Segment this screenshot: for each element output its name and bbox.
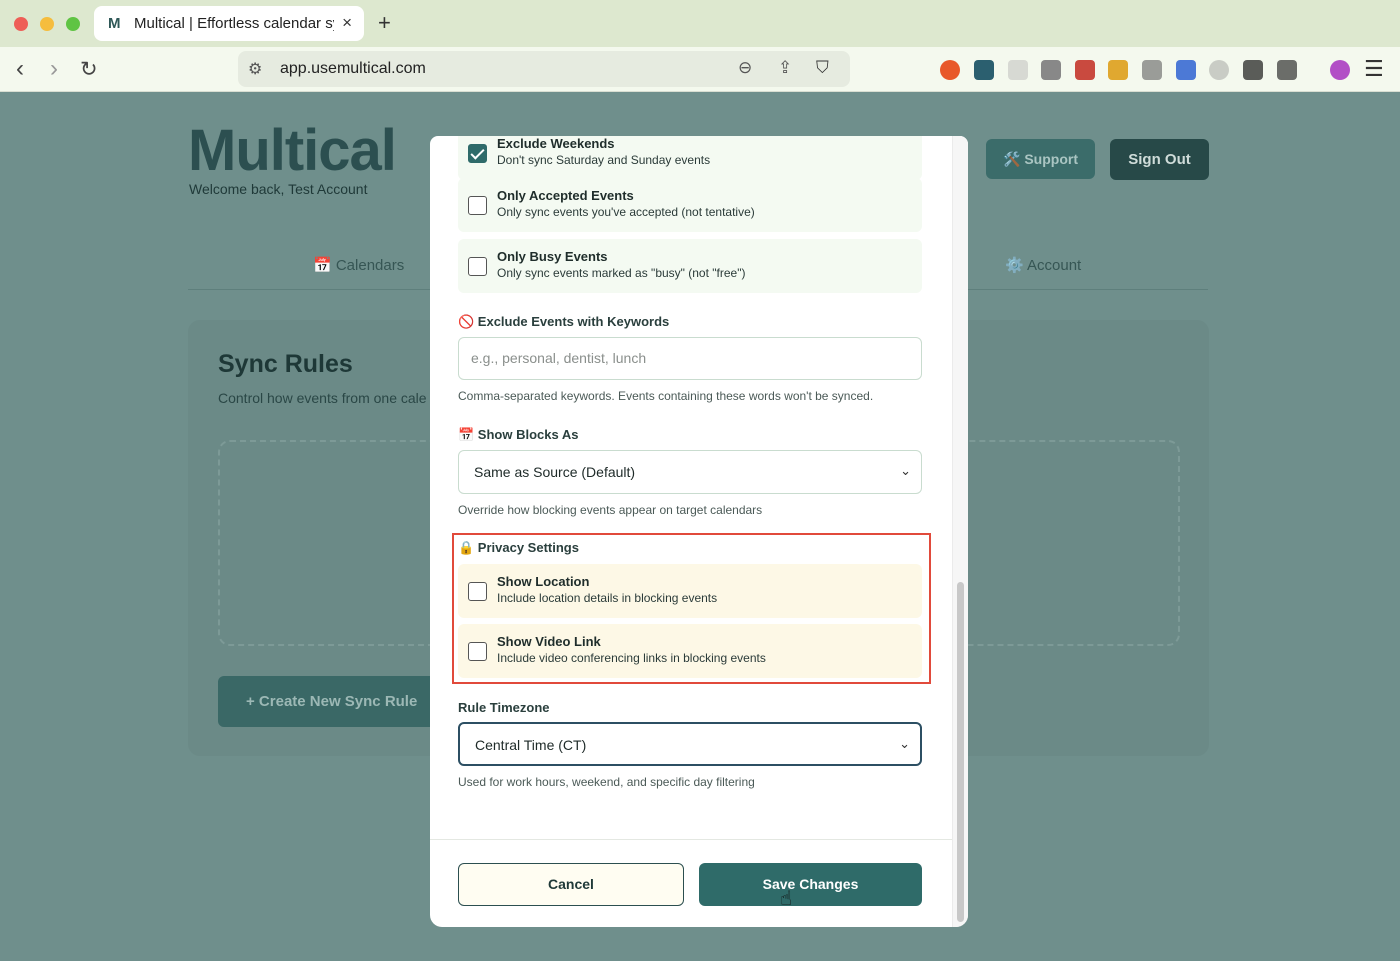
show-blocks-help: Override how blocking events appear on t… bbox=[458, 503, 763, 517]
privacy-settings-label: 🔒 Privacy Settings bbox=[458, 540, 579, 555]
tab-close-icon[interactable]: × bbox=[342, 13, 352, 33]
url-text: app.usemultical.com bbox=[280, 60, 426, 77]
option-only-accepted[interactable]: Only Accepted Events Only sync events yo… bbox=[458, 178, 922, 232]
timezone-label: Rule Timezone bbox=[458, 700, 550, 715]
cancel-button[interactable]: Cancel bbox=[458, 863, 684, 906]
new-tab-button[interactable]: + bbox=[378, 10, 391, 36]
tab-title: Multical | Effortless calendar sy bbox=[134, 15, 334, 32]
extension-icon[interactable] bbox=[1176, 60, 1196, 80]
keywords-input[interactable]: e.g., personal, dentist, lunch bbox=[458, 337, 922, 380]
timezone-value: Central Time (CT) bbox=[475, 737, 587, 753]
modal-footer-divider bbox=[430, 839, 952, 840]
option-description: Include location details in blocking eve… bbox=[497, 591, 718, 605]
close-window-button[interactable] bbox=[14, 17, 28, 31]
minimize-window-button[interactable] bbox=[40, 17, 54, 31]
multical-favicon-icon: M bbox=[108, 15, 121, 32]
shield-icon[interactable]: ⛉ bbox=[816, 58, 829, 78]
hand-cursor-icon: ☝ bbox=[780, 888, 793, 910]
only-busy-checkbox[interactable] bbox=[468, 257, 487, 276]
option-show-video-link[interactable]: Show Video Link Include video conferenci… bbox=[458, 624, 922, 678]
puzzle-icon[interactable] bbox=[1243, 60, 1263, 80]
extension-icon[interactable] bbox=[1041, 60, 1061, 80]
tab-calendars[interactable]: 📅 Calendars bbox=[313, 256, 404, 274]
option-only-busy[interactable]: Only Busy Events Only sync events marked… bbox=[458, 239, 922, 293]
only-accepted-checkbox[interactable] bbox=[468, 196, 487, 215]
timezone-help: Used for work hours, weekend, and specif… bbox=[458, 775, 755, 789]
option-show-location[interactable]: Show Location Include location details i… bbox=[458, 564, 922, 618]
option-title: Show Video Link bbox=[497, 634, 601, 649]
share-icon[interactable]: ⇪ bbox=[778, 58, 792, 78]
timezone-select[interactable]: Central Time (CT) ⌄ bbox=[458, 722, 922, 766]
zoom-icon[interactable]: ⊖ bbox=[738, 58, 752, 78]
extension-icon[interactable] bbox=[940, 60, 960, 80]
option-description: Don't sync Saturday and Sunday events bbox=[497, 153, 711, 167]
scrollbar-thumb[interactable] bbox=[957, 582, 964, 922]
brand-logo: Multical bbox=[188, 118, 397, 183]
extension-icon[interactable] bbox=[1108, 60, 1128, 80]
extension-icon[interactable] bbox=[1209, 60, 1229, 80]
edit-rule-modal: Exclude Weekends Don't sync Saturday and… bbox=[430, 136, 968, 927]
browser-tab[interactable]: M Multical | Effortless calendar sy × bbox=[94, 6, 364, 41]
option-title: Exclude Weekends bbox=[497, 136, 615, 151]
extension-icon[interactable] bbox=[1075, 60, 1095, 80]
page-subtitle: Control how events from one cale bbox=[218, 390, 427, 406]
modal-scrollbar[interactable] bbox=[952, 136, 968, 927]
back-icon[interactable]: ‹ bbox=[16, 55, 24, 83]
option-description: Include video conferencing links in bloc… bbox=[497, 651, 766, 665]
support-button[interactable]: 🛠️ Support bbox=[986, 139, 1095, 179]
show-blocks-label: 📅 Show Blocks As bbox=[458, 427, 579, 442]
chevron-down-icon: ⌄ bbox=[900, 463, 911, 478]
maximize-window-button[interactable] bbox=[66, 17, 80, 31]
forward-icon[interactable]: › bbox=[50, 55, 58, 83]
show-location-checkbox[interactable] bbox=[468, 582, 487, 601]
option-title: Show Location bbox=[497, 574, 590, 589]
sign-out-button[interactable]: Sign Out bbox=[1110, 139, 1209, 180]
extension-icon[interactable] bbox=[1008, 60, 1028, 80]
option-description: Only sync events you've accepted (not te… bbox=[497, 205, 755, 219]
extension-icon[interactable] bbox=[974, 60, 994, 80]
browser-tabbar: M Multical | Effortless calendar sy × + bbox=[0, 0, 1400, 47]
save-changes-button[interactable]: Save Changes bbox=[699, 863, 922, 906]
show-video-link-checkbox[interactable] bbox=[468, 642, 487, 661]
camera-icon[interactable] bbox=[1142, 60, 1162, 80]
option-description: Only sync events marked as "busy" (not "… bbox=[497, 266, 746, 280]
show-blocks-select[interactable]: Same as Source (Default) ⌄ bbox=[458, 450, 922, 494]
option-exclude-weekends[interactable]: Exclude Weekends Don't sync Saturday and… bbox=[458, 136, 922, 180]
exclude-weekends-checkbox[interactable] bbox=[468, 144, 487, 163]
chevron-down-icon: ⌄ bbox=[899, 736, 910, 751]
create-sync-rule-button[interactable]: + Create New Sync Rule bbox=[218, 676, 448, 727]
option-title: Only Busy Events bbox=[497, 249, 608, 264]
tab-account[interactable]: ⚙️ Account bbox=[1005, 256, 1081, 274]
welcome-text: Welcome back, Test Account bbox=[189, 181, 368, 197]
menu-icon[interactable]: ☰ bbox=[1364, 56, 1384, 82]
option-title: Only Accepted Events bbox=[497, 188, 634, 203]
sidebar-icon[interactable] bbox=[1277, 60, 1297, 80]
page-title: Sync Rules bbox=[218, 350, 353, 378]
address-bar[interactable]: ⚙ app.usemultical.com ⊖ ⇪ ⛉ bbox=[238, 51, 850, 87]
site-settings-icon[interactable]: ⚙ bbox=[248, 59, 262, 79]
keywords-help: Comma-separated keywords. Events contain… bbox=[458, 389, 874, 403]
show-blocks-value: Same as Source (Default) bbox=[474, 464, 636, 480]
keywords-label: 🚫 Exclude Events with Keywords bbox=[458, 314, 670, 329]
reload-icon[interactable]: ↻ bbox=[80, 57, 98, 82]
profile-avatar[interactable] bbox=[1330, 60, 1350, 80]
